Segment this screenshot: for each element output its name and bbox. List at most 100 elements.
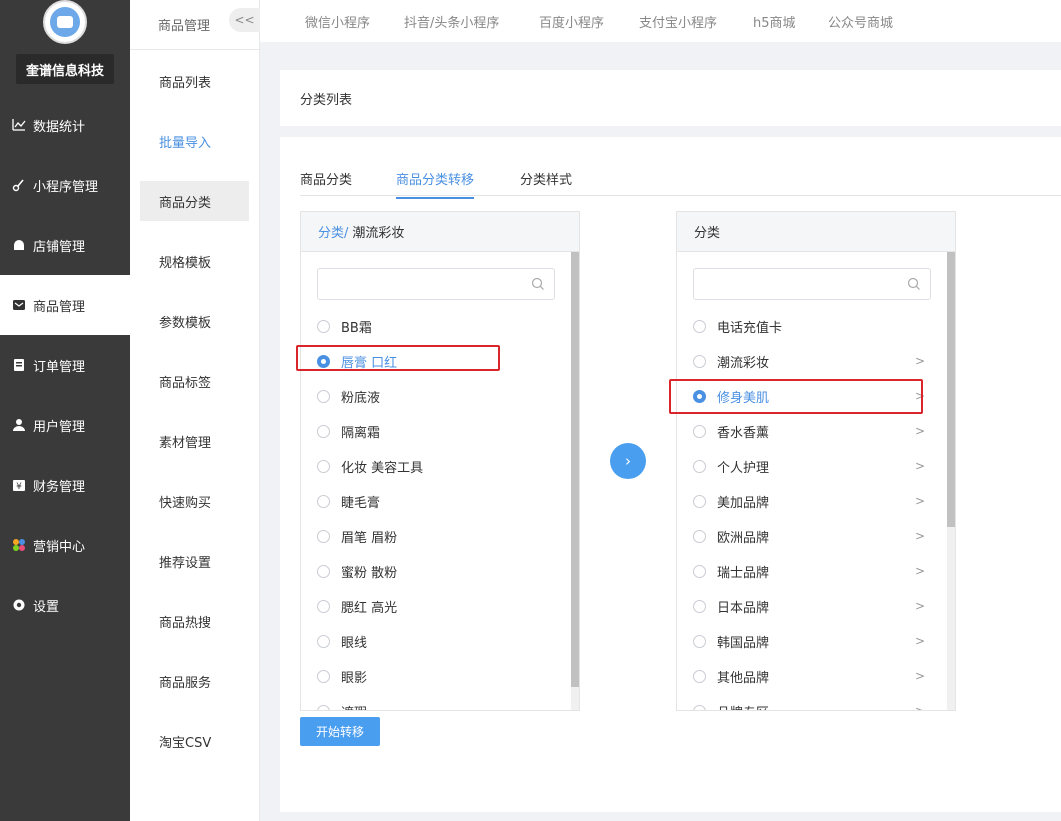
radio-button[interactable]: [317, 669, 330, 683]
transfer-arrow-button[interactable]: ›: [610, 443, 646, 479]
target-category-item[interactable]: 品牌专区 >: [693, 698, 933, 710]
chevron-right-icon[interactable]: >: [915, 704, 925, 710]
source-category-item[interactable]: 遮瑕: [317, 698, 557, 710]
radio-button[interactable]: [317, 319, 330, 333]
sidebar-item[interactable]: 用户管理: [0, 395, 130, 455]
sub-sidebar-item[interactable]: 规格模板: [140, 241, 249, 281]
chevron-right-icon[interactable]: >: [915, 634, 925, 648]
radio-button[interactable]: [693, 599, 706, 613]
sub-sidebar-item[interactable]: 淘宝CSV: [140, 721, 249, 761]
sidebar-item[interactable]: 设置: [0, 575, 130, 635]
target-category-item[interactable]: 韩国品牌 >: [693, 628, 933, 654]
radio-button[interactable]: [317, 354, 330, 368]
sidebar-item[interactable]: 营销中心: [0, 515, 130, 575]
platform-tab[interactable]: 抖音/头条小程序: [404, 12, 499, 31]
radio-button[interactable]: [317, 459, 330, 473]
target-category-item[interactable]: 瑞士品牌 >: [693, 558, 933, 584]
source-category-item[interactable]: 眼影: [317, 663, 557, 689]
radio-button[interactable]: [317, 564, 330, 578]
target-category-item[interactable]: 电话充值卡: [693, 313, 933, 339]
radio-button[interactable]: [317, 494, 330, 508]
target-category-item[interactable]: 日本品牌 >: [693, 593, 933, 619]
radio-button[interactable]: [317, 529, 330, 543]
target-category-item[interactable]: 香水香薰 >: [693, 418, 933, 444]
chevron-right-icon[interactable]: >: [915, 354, 925, 368]
sub-sidebar-item[interactable]: 素材管理: [140, 421, 249, 461]
source-category-item[interactable]: 唇膏 口红: [317, 348, 557, 374]
platform-tab[interactable]: 公众号商城: [828, 12, 893, 31]
source-category-item[interactable]: 化妆 美容工具: [317, 453, 557, 479]
target-category-item[interactable]: 其他品牌 >: [693, 663, 933, 689]
sub-sidebar-item[interactable]: 商品热搜: [140, 601, 249, 641]
sub-sidebar-item[interactable]: 商品服务: [140, 661, 249, 701]
radio-button[interactable]: [693, 494, 706, 508]
source-category-item[interactable]: 蜜粉 散粉: [317, 558, 557, 584]
start-transfer-button[interactable]: 开始转移: [300, 717, 380, 746]
platform-tab[interactable]: h5商城: [753, 12, 796, 31]
radio-button[interactable]: [693, 389, 706, 403]
radio-button[interactable]: [693, 669, 706, 683]
scrollbar-thumb[interactable]: [947, 252, 955, 527]
radio-button[interactable]: [693, 424, 706, 438]
target-category-item[interactable]: 修身美肌 >: [693, 383, 933, 409]
sidebar-item-label: 用户管理: [33, 419, 86, 435]
source-category-item[interactable]: 腮红 高光: [317, 593, 557, 619]
chevron-right-icon[interactable]: >: [915, 459, 925, 473]
sub-sidebar-item[interactable]: 商品标签: [140, 361, 249, 401]
collapse-button[interactable]: <<: [229, 8, 260, 32]
sub-sidebar-item[interactable]: 快速购买: [140, 481, 249, 521]
source-category-item[interactable]: 粉底液: [317, 383, 557, 409]
radio-button[interactable]: [317, 634, 330, 648]
platform-tab[interactable]: 支付宝小程序: [639, 12, 717, 31]
target-category-item[interactable]: 个人护理 >: [693, 453, 933, 479]
chevron-right-icon[interactable]: >: [915, 599, 925, 613]
source-category-box: 分类/ 潮流彩妆 BB霜 唇膏 口红 粉底液 隔离霜 化妆 美容工具 睫毛膏 眉笔 眉粉 蜜粉…: [300, 211, 580, 711]
platform-tab[interactable]: 百度小程序: [539, 12, 604, 31]
target-category-item[interactable]: 潮流彩妆 >: [693, 348, 933, 374]
category-tab[interactable]: 商品分类转移: [396, 169, 475, 199]
chevron-right-icon[interactable]: >: [915, 669, 925, 683]
sub-sidebar-item[interactable]: 商品列表: [140, 61, 249, 101]
radio-button[interactable]: [693, 319, 706, 333]
target-category-item[interactable]: 美加品牌 >: [693, 488, 933, 514]
sidebar-item[interactable]: 订单管理: [0, 335, 130, 395]
chevron-right-icon[interactable]: >: [915, 564, 925, 578]
chevron-right-icon[interactable]: >: [915, 424, 925, 438]
sidebar-item[interactable]: ¥ 财务管理: [0, 455, 130, 515]
radio-button[interactable]: [317, 599, 330, 613]
source-category-item[interactable]: 眉笔 眉粉: [317, 523, 557, 549]
radio-button[interactable]: [693, 634, 706, 648]
source-category-item[interactable]: 隔离霜: [317, 418, 557, 444]
radio-button[interactable]: [693, 704, 706, 710]
radio-button[interactable]: [693, 459, 706, 473]
category-tab[interactable]: 商品分类: [300, 169, 352, 197]
sidebar-item[interactable]: 小程序管理: [0, 155, 130, 215]
target-search-input[interactable]: [693, 268, 931, 300]
source-category-item[interactable]: 睫毛膏: [317, 488, 557, 514]
category-tab[interactable]: 分类样式: [520, 169, 572, 197]
radio-button[interactable]: [317, 389, 330, 403]
sub-sidebar-item[interactable]: 参数模板: [140, 301, 249, 341]
sub-sidebar-item[interactable]: 商品分类: [140, 181, 249, 221]
chevron-right-icon[interactable]: >: [915, 494, 925, 508]
scrollbar-thumb[interactable]: [571, 252, 579, 687]
radio-button[interactable]: [693, 529, 706, 543]
sub-sidebar-item[interactable]: 推荐设置: [140, 541, 249, 581]
sub-sidebar-item[interactable]: 批量导入: [140, 121, 249, 161]
radio-button[interactable]: [693, 564, 706, 578]
radio-button[interactable]: [693, 354, 706, 368]
sidebar-item[interactable]: 商品管理: [0, 275, 130, 335]
chevron-right-icon[interactable]: >: [915, 529, 925, 543]
sidebar-item[interactable]: 数据统计: [0, 95, 130, 155]
source-category-item[interactable]: BB霜: [317, 313, 557, 339]
radio-button[interactable]: [317, 704, 330, 710]
sidebar-item-label: 小程序管理: [33, 179, 99, 195]
platform-tab[interactable]: 微信小程序: [305, 12, 370, 31]
breadcrumb-link[interactable]: 分类/: [318, 222, 348, 241]
source-category-item[interactable]: 眼线: [317, 628, 557, 654]
source-search-input[interactable]: [317, 268, 555, 300]
chevron-right-icon[interactable]: >: [915, 389, 925, 403]
target-category-item[interactable]: 欧洲品牌 >: [693, 523, 933, 549]
sidebar-item[interactable]: 店铺管理: [0, 215, 130, 275]
radio-button[interactable]: [317, 424, 330, 438]
